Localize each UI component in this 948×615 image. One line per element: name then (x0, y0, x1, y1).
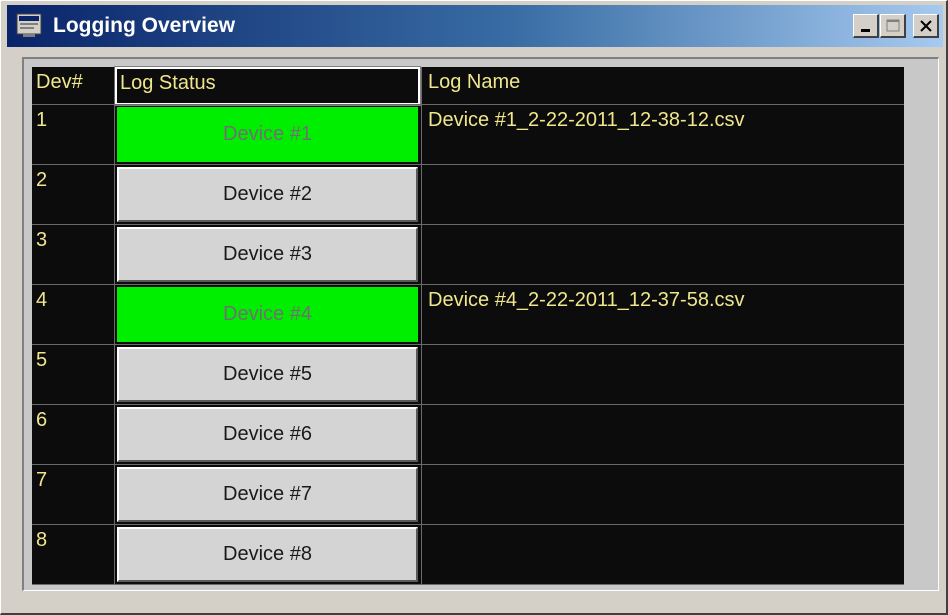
column-divider (114, 67, 115, 585)
device-log-toggle-button[interactable]: Device #4 (117, 287, 418, 342)
log-status-cell: Device #2 (115, 165, 420, 225)
device-number-cell: 5 (36, 349, 48, 371)
log-status-cell: Device #5 (115, 345, 420, 405)
log-grid[interactable]: Dev# Log Status Log Name 1 Device #1 Devic… (32, 66, 904, 585)
device-log-toggle-button[interactable]: Device #3 (117, 227, 418, 282)
maximize-button[interactable] (880, 14, 906, 38)
row-divider (32, 584, 904, 585)
column-divider (421, 67, 422, 585)
minimize-button[interactable] (853, 14, 879, 38)
log-grid-frame: Dev# Log Status Log Name 1 Device #1 Devic… (22, 57, 939, 591)
log-status-cell: Device #8 (115, 525, 420, 585)
logging-overview-window: Logging Overview Dev# Log Status Log Nam… (0, 0, 948, 615)
device-number-cell: 3 (36, 229, 48, 251)
table-row[interactable]: 2 Device #2 (32, 165, 904, 225)
log-name-cell (422, 465, 904, 525)
device-log-toggle-button[interactable]: Device #5 (117, 347, 418, 402)
grid-header-row: Dev# Log Status Log Name (32, 66, 904, 106)
log-status-cell: Device #7 (115, 465, 420, 525)
log-name-cell (422, 405, 904, 465)
window-title: Logging Overview (53, 14, 236, 37)
log-name-cell (422, 345, 904, 405)
log-name-cell (422, 165, 904, 225)
title-bar[interactable]: Logging Overview (7, 5, 943, 47)
device-number-cell: 4 (36, 289, 48, 311)
table-row[interactable]: 8 Device #8 (32, 525, 904, 585)
log-status-cell: Device #3 (115, 225, 420, 285)
table-row[interactable]: 1 Device #1 Device #1_2-22-2011_12-38-12.c… (32, 105, 904, 165)
device-number-cell: 8 (36, 529, 48, 551)
app-window-icon (15, 13, 45, 39)
log-status-cell: Device #1 (115, 105, 420, 165)
device-number-cell: 2 (36, 169, 48, 191)
table-row[interactable]: 5 Device #5 (32, 345, 904, 405)
device-log-toggle-button[interactable]: Device #1 (117, 107, 418, 162)
device-log-toggle-button[interactable]: Device #6 (117, 407, 418, 462)
device-number-cell: 7 (36, 469, 48, 491)
table-row[interactable]: 7 Device #7 (32, 465, 904, 525)
close-button[interactable] (913, 14, 939, 38)
device-number-cell: 6 (36, 409, 48, 431)
device-log-toggle-button[interactable]: Device #7 (117, 467, 418, 522)
table-row[interactable]: 6 Device #6 (32, 405, 904, 465)
device-log-toggle-button[interactable]: Device #2 (117, 167, 418, 222)
table-row[interactable]: 4 Device #4 Device #4_2-22-2011_12-37-58.c… (32, 285, 904, 345)
header-dev-number[interactable]: Dev# (32, 67, 114, 105)
maximize-icon (886, 19, 900, 32)
log-name-cell (422, 225, 904, 285)
header-log-name[interactable]: Log Name (422, 67, 904, 105)
header-log-status[interactable]: Log Status (114, 66, 421, 106)
close-icon (920, 20, 932, 32)
device-number-cell: 1 (36, 109, 48, 131)
log-name-cell (422, 525, 904, 585)
log-name-cell: Device #1_2-22-2011_12-38-12.csv (428, 109, 745, 131)
device-log-toggle-button[interactable]: Device #8 (117, 527, 418, 582)
log-status-cell: Device #4 (115, 285, 420, 345)
table-row[interactable]: 3 Device #3 (32, 225, 904, 285)
minimize-icon (861, 29, 870, 32)
log-name-cell: Device #4_2-22-2011_12-37-58.csv (428, 289, 745, 311)
log-status-cell: Device #6 (115, 405, 420, 465)
